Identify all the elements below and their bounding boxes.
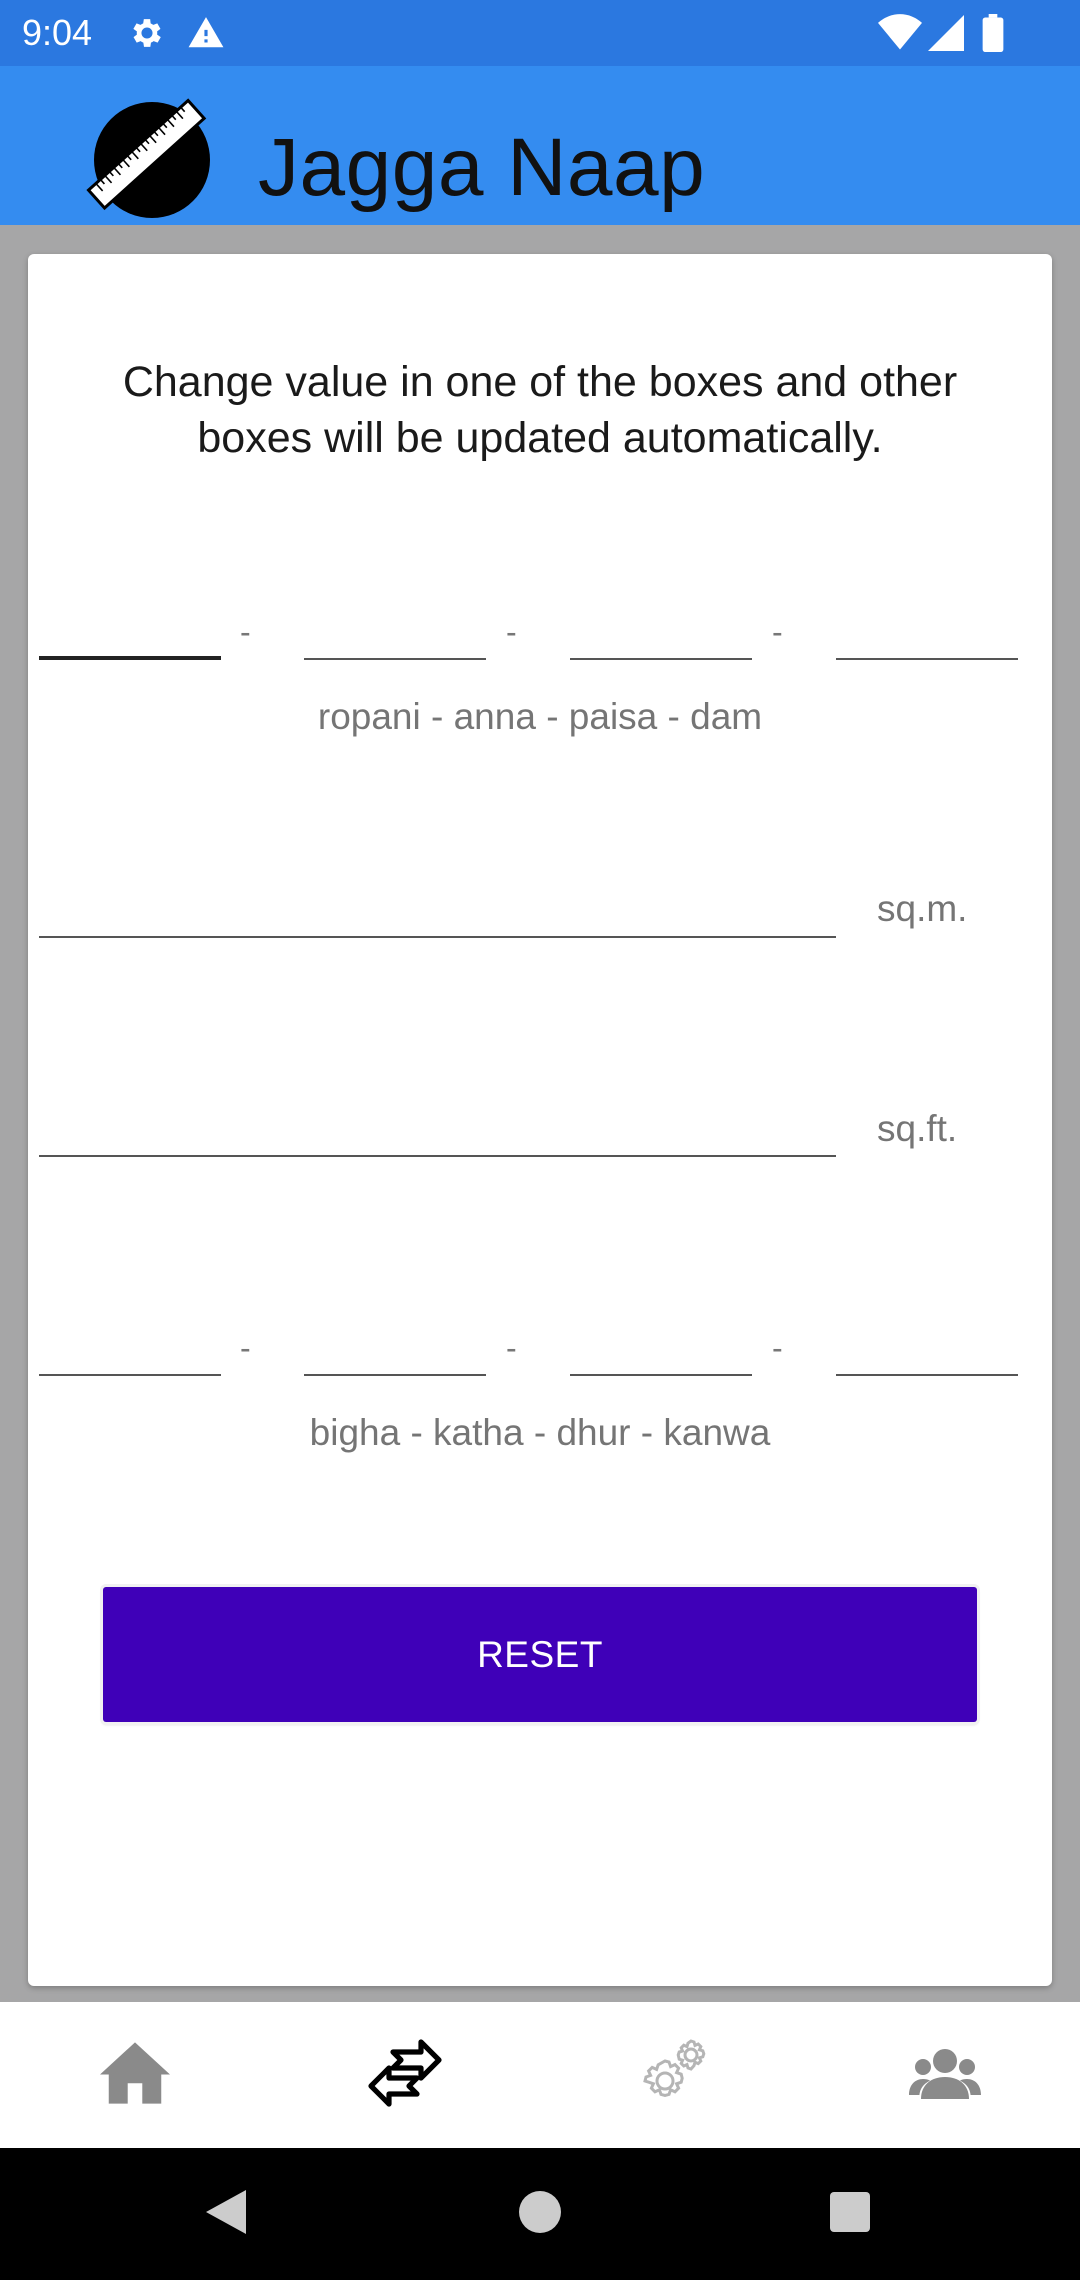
nav-about[interactable] [810, 2002, 1080, 2148]
nav-home[interactable] [0, 2002, 270, 2148]
home-icon [100, 2041, 170, 2109]
wifi-icon [878, 14, 922, 57]
home-circle-icon [519, 2190, 561, 2238]
separator-dash: - [506, 614, 517, 650]
ropani-field[interactable] [39, 604, 221, 660]
status-bar: 9:04 [0, 0, 1080, 66]
app-bar: Jagga Naap [0, 66, 1080, 225]
group-icon [909, 2047, 981, 2104]
dhur-field[interactable] [570, 1320, 752, 1376]
sqft-field[interactable] [39, 1101, 836, 1157]
signal-icon [928, 14, 964, 57]
app-title: Jagga Naap [258, 122, 706, 213]
kanwa-field[interactable] [836, 1320, 1018, 1376]
battery-icon [982, 14, 1004, 57]
system-recents-button[interactable] [770, 2148, 930, 2280]
separator-dash: - [240, 614, 251, 650]
nav-converter[interactable] [270, 2002, 540, 2148]
instruction-text: Change value in one of the boxes and oth… [122, 358, 958, 462]
separator-dash: - [506, 1330, 517, 1366]
bigha-field[interactable] [39, 1320, 221, 1376]
settings-gears-icon [639, 2037, 711, 2114]
convert-arrows-icon [367, 2038, 443, 2113]
converter-card: Change value in one of the boxes and oth… [28, 254, 1052, 1986]
system-nav-bar [0, 2148, 1080, 2280]
settings-icon [128, 14, 166, 57]
separator-dash: - [240, 1330, 251, 1366]
sqm-field[interactable] [39, 882, 836, 938]
anna-field[interactable] [304, 604, 486, 660]
system-back-button[interactable] [146, 2148, 306, 2280]
separator-dash: - [772, 1330, 783, 1366]
paisa-field[interactable] [570, 604, 752, 660]
recents-icon [830, 2191, 870, 2237]
warning-icon [186, 14, 226, 57]
bigha-caption: bigha - katha - dhur - kanwa [309, 1412, 771, 1453]
bottom-nav [0, 2002, 1080, 2148]
dam-field[interactable] [836, 604, 1018, 660]
separator-dash: - [772, 614, 783, 650]
katha-field[interactable] [304, 1320, 486, 1376]
app-logo [82, 90, 212, 220]
system-home-button[interactable] [460, 2148, 620, 2280]
sqft-unit-label: sq.ft. [877, 1108, 958, 1149]
nav-settings[interactable] [540, 2002, 810, 2148]
back-icon [206, 2189, 246, 2239]
status-time: 9:04 [22, 12, 93, 53]
sqm-unit-label: sq.m. [877, 888, 968, 929]
ropani-caption: ropani - anna - paisa - dam [317, 696, 763, 737]
reset-button[interactable]: RESET [103, 1587, 977, 1722]
